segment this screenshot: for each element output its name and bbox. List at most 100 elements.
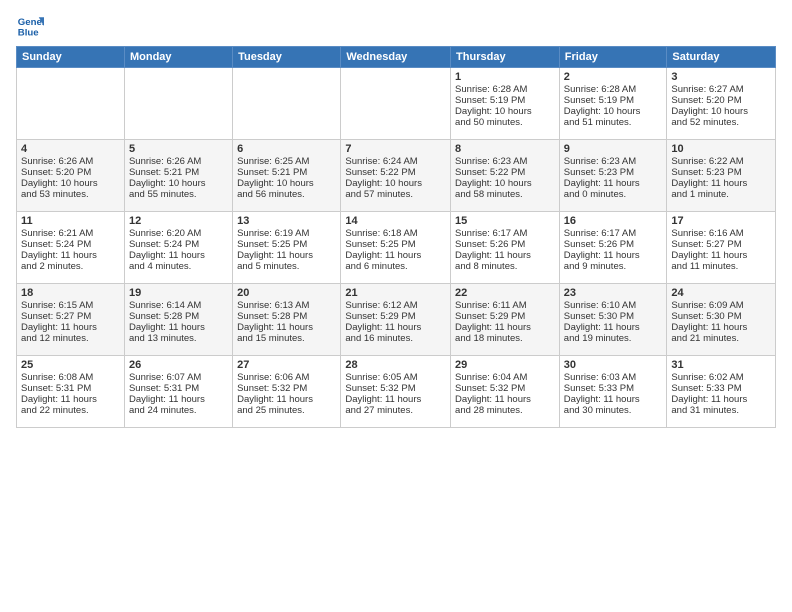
- calendar-table: SundayMondayTuesdayWednesdayThursdayFrid…: [16, 46, 776, 428]
- cell-text: Sunset: 5:27 PM: [671, 239, 771, 250]
- cell-text: Sunset: 5:26 PM: [455, 239, 555, 250]
- cell-text: Sunset: 5:23 PM: [671, 167, 771, 178]
- cell-text: and 1 minute.: [671, 189, 771, 200]
- cell-text: Sunrise: 6:23 AM: [455, 156, 555, 167]
- cell-text: and 2 minutes.: [21, 261, 120, 272]
- calendar-cell: 21Sunrise: 6:12 AMSunset: 5:29 PMDayligh…: [341, 284, 451, 356]
- cell-text: Daylight: 10 hours: [21, 178, 120, 189]
- cell-text: and 57 minutes.: [345, 189, 446, 200]
- calendar-cell: 3Sunrise: 6:27 AMSunset: 5:20 PMDaylight…: [667, 68, 776, 140]
- cell-text: and 16 minutes.: [345, 333, 446, 344]
- week-row-2: 4Sunrise: 6:26 AMSunset: 5:20 PMDaylight…: [17, 140, 776, 212]
- day-number: 2: [564, 71, 663, 83]
- cell-text: Sunrise: 6:19 AM: [237, 228, 336, 239]
- cell-text: and 5 minutes.: [237, 261, 336, 272]
- cell-text: Sunrise: 6:18 AM: [345, 228, 446, 239]
- day-number: 21: [345, 287, 446, 299]
- calendar-cell: [17, 68, 125, 140]
- cell-text: Sunrise: 6:12 AM: [345, 300, 446, 311]
- cell-text: Sunrise: 6:20 AM: [129, 228, 228, 239]
- calendar-cell: 16Sunrise: 6:17 AMSunset: 5:26 PMDayligh…: [559, 212, 667, 284]
- cell-text: Sunrise: 6:17 AM: [564, 228, 663, 239]
- calendar-body: 1Sunrise: 6:28 AMSunset: 5:19 PMDaylight…: [17, 68, 776, 428]
- cell-text: Sunrise: 6:28 AM: [455, 84, 555, 95]
- cell-text: and 19 minutes.: [564, 333, 663, 344]
- cell-text: Sunrise: 6:21 AM: [21, 228, 120, 239]
- cell-text: and 55 minutes.: [129, 189, 228, 200]
- cell-text: and 22 minutes.: [21, 405, 120, 416]
- cell-text: and 56 minutes.: [237, 189, 336, 200]
- cell-text: Sunset: 5:19 PM: [564, 95, 663, 106]
- calendar-cell: 10Sunrise: 6:22 AMSunset: 5:23 PMDayligh…: [667, 140, 776, 212]
- cell-text: Sunset: 5:21 PM: [237, 167, 336, 178]
- week-row-5: 25Sunrise: 6:08 AMSunset: 5:31 PMDayligh…: [17, 356, 776, 428]
- day-number: 15: [455, 215, 555, 227]
- cell-text: and 6 minutes.: [345, 261, 446, 272]
- day-number: 16: [564, 215, 663, 227]
- day-number: 27: [237, 359, 336, 371]
- day-number: 25: [21, 359, 120, 371]
- calendar-cell: 5Sunrise: 6:26 AMSunset: 5:21 PMDaylight…: [124, 140, 232, 212]
- cell-text: Sunrise: 6:26 AM: [129, 156, 228, 167]
- calendar-cell: 13Sunrise: 6:19 AMSunset: 5:25 PMDayligh…: [233, 212, 341, 284]
- cell-text: Sunrise: 6:09 AM: [671, 300, 771, 311]
- day-number: 23: [564, 287, 663, 299]
- cell-text: Daylight: 11 hours: [455, 322, 555, 333]
- header-cell-thursday: Thursday: [451, 47, 560, 68]
- calendar-cell: 1Sunrise: 6:28 AMSunset: 5:19 PMDaylight…: [451, 68, 560, 140]
- cell-text: Sunset: 5:32 PM: [237, 383, 336, 394]
- cell-text: Sunrise: 6:07 AM: [129, 372, 228, 383]
- day-number: 7: [345, 143, 446, 155]
- calendar-cell: 20Sunrise: 6:13 AMSunset: 5:28 PMDayligh…: [233, 284, 341, 356]
- header-cell-sunday: Sunday: [17, 47, 125, 68]
- cell-text: Sunrise: 6:11 AM: [455, 300, 555, 311]
- cell-text: Daylight: 11 hours: [21, 322, 120, 333]
- day-number: 19: [129, 287, 228, 299]
- cell-text: Daylight: 10 hours: [564, 106, 663, 117]
- header-cell-monday: Monday: [124, 47, 232, 68]
- cell-text: Daylight: 10 hours: [671, 106, 771, 117]
- cell-text: Daylight: 11 hours: [564, 250, 663, 261]
- cell-text: and 8 minutes.: [455, 261, 555, 272]
- day-number: 17: [671, 215, 771, 227]
- day-number: 6: [237, 143, 336, 155]
- cell-text: Sunrise: 6:13 AM: [237, 300, 336, 311]
- day-number: 14: [345, 215, 446, 227]
- day-number: 18: [21, 287, 120, 299]
- cell-text: Sunrise: 6:23 AM: [564, 156, 663, 167]
- cell-text: Daylight: 11 hours: [671, 178, 771, 189]
- cell-text: Sunrise: 6:17 AM: [455, 228, 555, 239]
- cell-text: and 28 minutes.: [455, 405, 555, 416]
- cell-text: Sunset: 5:24 PM: [129, 239, 228, 250]
- cell-text: Daylight: 11 hours: [564, 394, 663, 405]
- calendar-cell: 17Sunrise: 6:16 AMSunset: 5:27 PMDayligh…: [667, 212, 776, 284]
- cell-text: Daylight: 10 hours: [455, 106, 555, 117]
- calendar-cell: 24Sunrise: 6:09 AMSunset: 5:30 PMDayligh…: [667, 284, 776, 356]
- calendar-cell: 30Sunrise: 6:03 AMSunset: 5:33 PMDayligh…: [559, 356, 667, 428]
- cell-text: Sunrise: 6:25 AM: [237, 156, 336, 167]
- cell-text: and 13 minutes.: [129, 333, 228, 344]
- calendar-cell: 12Sunrise: 6:20 AMSunset: 5:24 PMDayligh…: [124, 212, 232, 284]
- header-cell-wednesday: Wednesday: [341, 47, 451, 68]
- cell-text: Sunrise: 6:04 AM: [455, 372, 555, 383]
- calendar-header: SundayMondayTuesdayWednesdayThursdayFrid…: [17, 47, 776, 68]
- calendar-cell: 25Sunrise: 6:08 AMSunset: 5:31 PMDayligh…: [17, 356, 125, 428]
- cell-text: Daylight: 11 hours: [671, 394, 771, 405]
- cell-text: Daylight: 11 hours: [345, 322, 446, 333]
- cell-text: Daylight: 11 hours: [21, 250, 120, 261]
- cell-text: Daylight: 11 hours: [455, 394, 555, 405]
- cell-text: Sunset: 5:24 PM: [21, 239, 120, 250]
- cell-text: Daylight: 11 hours: [671, 250, 771, 261]
- calendar-cell: 26Sunrise: 6:07 AMSunset: 5:31 PMDayligh…: [124, 356, 232, 428]
- week-row-3: 11Sunrise: 6:21 AMSunset: 5:24 PMDayligh…: [17, 212, 776, 284]
- cell-text: Sunset: 5:23 PM: [564, 167, 663, 178]
- cell-text: Sunset: 5:33 PM: [564, 383, 663, 394]
- cell-text: Sunset: 5:25 PM: [345, 239, 446, 250]
- day-number: 4: [21, 143, 120, 155]
- cell-text: Daylight: 11 hours: [345, 394, 446, 405]
- cell-text: Sunset: 5:33 PM: [671, 383, 771, 394]
- cell-text: Daylight: 10 hours: [129, 178, 228, 189]
- cell-text: Daylight: 11 hours: [21, 394, 120, 405]
- week-row-1: 1Sunrise: 6:28 AMSunset: 5:19 PMDaylight…: [17, 68, 776, 140]
- calendar-cell: 6Sunrise: 6:25 AMSunset: 5:21 PMDaylight…: [233, 140, 341, 212]
